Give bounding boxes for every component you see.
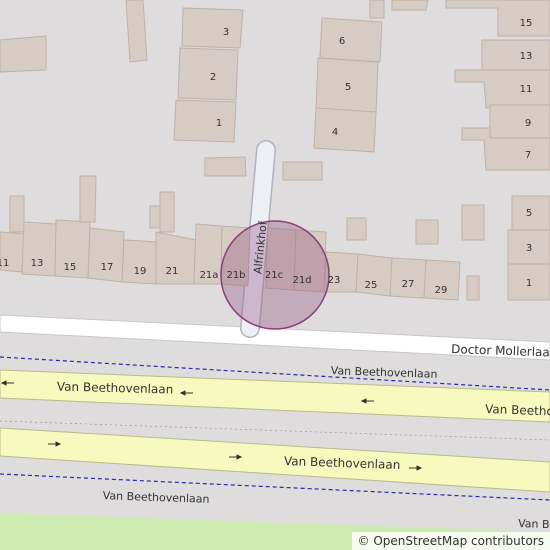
house-number: 21d [292,275,311,286]
house-number: 25 [365,280,378,291]
house-number: 7 [525,150,531,161]
house-number: 13 [520,51,533,62]
house-number: 15 [520,18,533,29]
house-number: 15 [64,262,77,273]
house-number: 5 [526,208,532,219]
map-attribution[interactable]: © OpenStreetMap contributors [351,532,550,550]
house-number: 11 [520,84,533,95]
house-number: 1 [526,278,532,289]
house-number: 1 [216,118,222,129]
map-view[interactable]: 3 2 1 6 5 4 15 13 11 9 7 11 13 15 17 19 … [0,0,550,550]
house-number: 19 [134,266,147,277]
house-number: 21b [226,270,245,281]
house-number: 23 [328,275,341,286]
house-number: 27 [402,279,415,290]
house-number: 21 [166,266,179,277]
house-number: 6 [339,36,345,47]
house-number: 5 [345,82,351,93]
house-number: 21a [200,270,219,281]
house-number: 4 [332,127,338,138]
house-number: 3 [526,243,532,254]
house-number: 17 [101,262,114,273]
house-number: 9 [525,118,531,129]
house-number: 21c [265,270,283,281]
house-number: 3 [223,27,229,38]
house-number: 2 [210,72,216,83]
house-number: 13 [31,258,44,269]
house-number: 29 [435,285,448,296]
street-label-van-beethovenlaan-partial: Van Be [518,517,550,531]
house-number: 11 [0,258,9,269]
map-canvas: 3 2 1 6 5 4 15 13 11 9 7 11 13 15 17 19 … [0,0,550,550]
